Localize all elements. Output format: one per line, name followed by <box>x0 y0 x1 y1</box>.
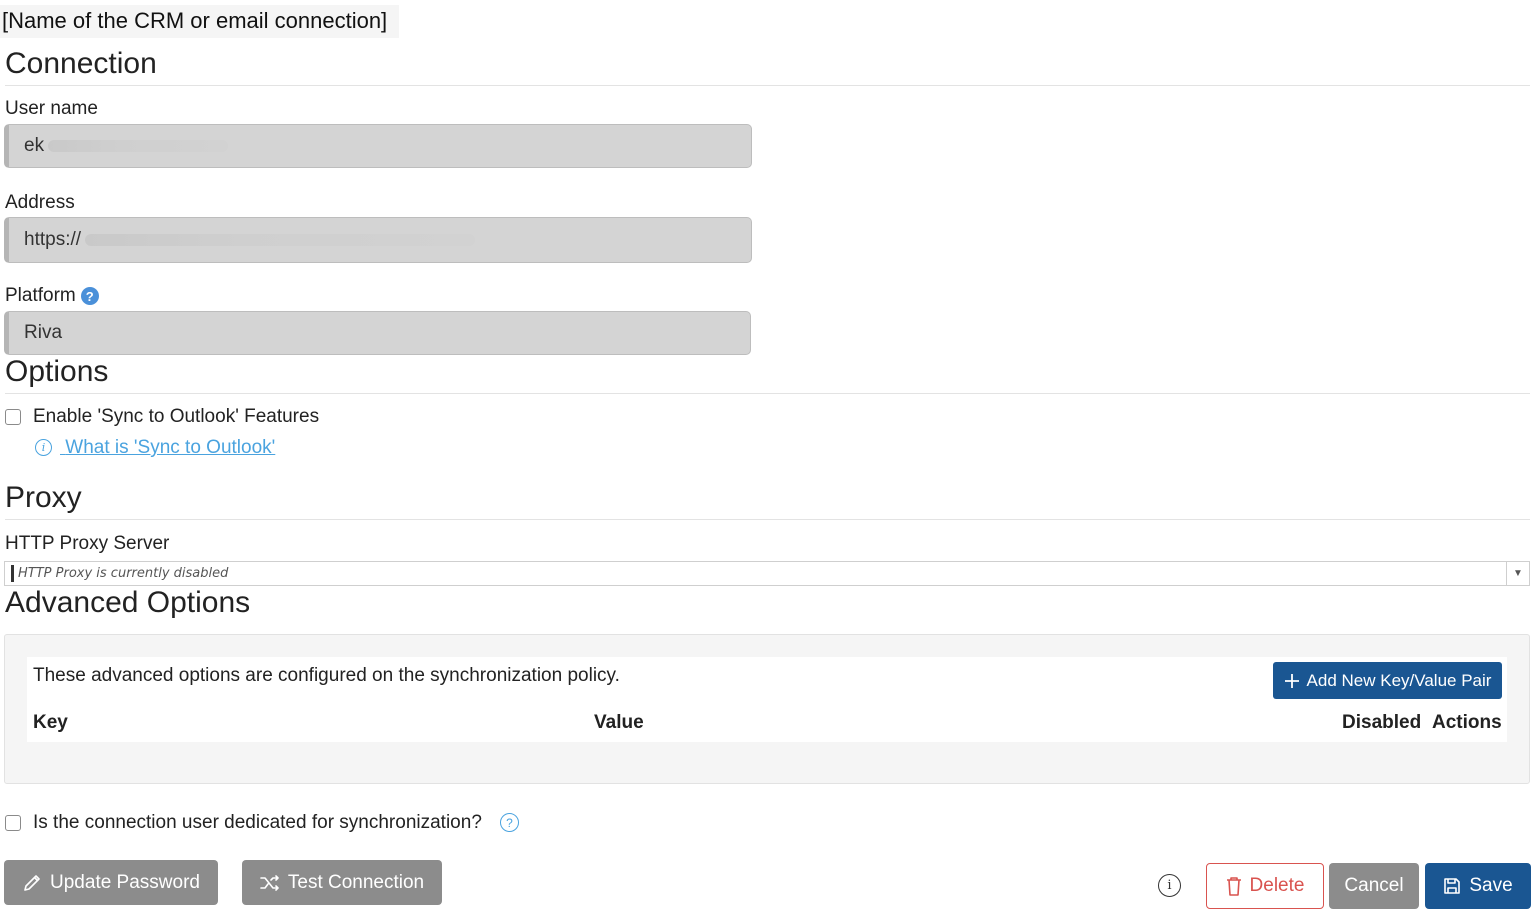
text-cursor <box>11 565 14 582</box>
address-value: https:// <box>24 229 82 250</box>
test-connection-label: Test Connection <box>287 871 425 893</box>
advanced-options-heading: Advanced Options <box>5 586 251 619</box>
sync-outlook-label: Enable 'Sync to Outlook' Features <box>33 406 320 427</box>
options-divider <box>5 393 1530 394</box>
column-header-value: Value <box>594 712 644 733</box>
save-label: Save <box>1469 875 1513 896</box>
username-field[interactable]: ek <box>4 124 752 168</box>
platform-field[interactable]: Riva <box>4 311 751 355</box>
platform-value: Riva <box>24 322 63 343</box>
dedicated-help-icon[interactable]: ? <box>500 813 519 832</box>
page-title: [Name of the CRM or email connection] <box>0 5 400 38</box>
delete-button[interactable]: Delete <box>1206 863 1324 909</box>
dedicated-user-checkbox[interactable] <box>5 815 21 831</box>
update-password-label: Update Password <box>50 871 200 893</box>
pencil-icon <box>22 873 42 893</box>
add-key-value-label: Add New Key/Value Pair <box>1306 670 1492 690</box>
column-header-key: Key <box>33 712 68 733</box>
column-header-disabled: Disabled <box>1342 712 1422 733</box>
redacted-text <box>48 140 229 152</box>
proxy-heading: Proxy <box>5 481 82 514</box>
proxy-server-select[interactable]: HTTP Proxy is currently disabled ▼ <box>4 561 1530 586</box>
platform-label-row: Platform ? <box>5 285 99 307</box>
test-connection-button[interactable]: Test Connection <box>242 860 442 905</box>
delete-label: Delete <box>1249 875 1305 896</box>
address-label: Address <box>5 192 75 213</box>
username-value: ek <box>24 135 45 156</box>
dropdown-arrow-icon[interactable]: ▼ <box>1506 562 1529 585</box>
platform-help-icon[interactable]: ? <box>80 287 99 305</box>
platform-label: Platform <box>5 285 76 306</box>
sync-outlook-checkbox[interactable] <box>5 409 21 425</box>
cancel-label: Cancel <box>1344 875 1404 896</box>
floppy-disk-icon <box>1443 877 1461 895</box>
connection-divider <box>5 85 1530 86</box>
connection-heading: Connection <box>5 47 157 80</box>
trash-icon <box>1226 876 1242 896</box>
redacted-text <box>85 234 476 246</box>
update-password-button[interactable]: Update Password <box>4 860 218 905</box>
column-header-actions: Actions <box>1432 712 1502 733</box>
plus-icon <box>1284 673 1300 689</box>
cancel-button[interactable]: Cancel <box>1329 863 1419 909</box>
advanced-options-description: These advanced options are configured on… <box>33 665 620 686</box>
proxy-server-placeholder: HTTP Proxy is currently disabled <box>18 566 229 581</box>
address-field[interactable]: https:// <box>4 217 752 263</box>
options-heading: Options <box>5 355 109 388</box>
sync-outlook-help-link-text: What is 'Sync to Outlook' <box>65 437 276 458</box>
add-key-value-button[interactable]: Add New Key/Value Pair <box>1273 662 1502 699</box>
sync-outlook-help-link[interactable]: What is 'Sync to Outlook' <box>60 437 275 459</box>
proxy-server-label: HTTP Proxy Server <box>5 533 170 554</box>
info-icon[interactable]: i <box>1158 874 1181 897</box>
dedicated-user-label: Is the connection user dedicated for syn… <box>33 812 482 833</box>
proxy-divider <box>5 519 1530 520</box>
shuffle-icon <box>260 874 280 892</box>
info-icon: i <box>35 439 52 456</box>
save-button[interactable]: Save <box>1425 863 1531 909</box>
username-label: User name <box>5 98 98 119</box>
